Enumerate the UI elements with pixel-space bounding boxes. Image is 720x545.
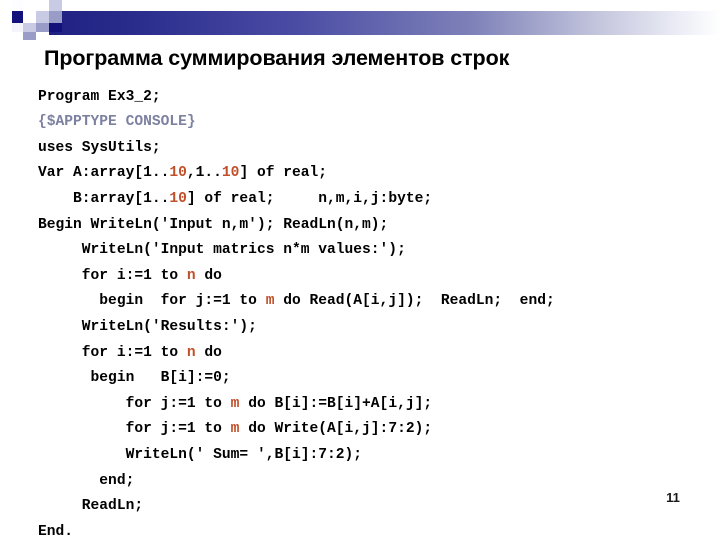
mosaic-tile [23,23,36,32]
code-line: WriteLn('Results:'); [38,318,257,335]
mosaic-tile [49,23,62,32]
mosaic-tile [49,11,62,23]
code-line: begin for j:=1 to m do Read(A[i,j]); Rea… [38,293,555,310]
mosaic-tile [12,11,23,23]
code-line: WriteLn('Input matrics n*m values:'); [38,242,406,259]
mosaic-tile [36,23,49,32]
code-line: ReadLn; [38,498,144,515]
code-line: B:array[1..10] of real; n,m,i,j:byte; [38,190,433,207]
header-decoration-band [36,11,720,35]
code-line: Begin WriteLn('Input n,m'); ReadLn(n,m); [38,216,389,233]
code-line: for j:=1 to m do Write(A[i,j]:7:2); [38,421,433,438]
code-line: {$APPTYPE CONSOLE} [38,114,196,131]
mosaic-tile [23,32,36,40]
mosaic-tile [49,0,62,11]
slide-canvas: Программа суммирования элементов строк P… [0,0,720,540]
mosaic-tile [12,23,23,32]
code-line: Program Ex3_2; [38,88,161,105]
code-line: End. [38,523,74,540]
code-line: Var A:array[1..10,1..10] of real; [38,165,328,182]
code-line: for j:=1 to m do B[i]:=B[i]+A[i,j]; [38,395,433,412]
code-line: end; [38,472,135,489]
page-title: Программа суммирования элементов строк [44,46,510,71]
code-line: for i:=1 to n do [38,267,222,284]
mosaic-tile [36,0,49,11]
mosaic-tile [36,11,49,23]
mosaic-tile [23,0,36,11]
code-line: uses SysUtils; [38,139,161,156]
code-line: begin B[i]:=0; [38,370,231,387]
page-number: 11 [666,490,680,505]
header-band-gradient [36,11,720,35]
code-line: WriteLn(' Sum= ',B[i]:7:2); [38,446,363,463]
code-listing: Program Ex3_2; {$APPTYPE CONSOLE} uses Sys… [38,85,714,545]
mosaic-tile [36,32,49,40]
mosaic-tile [23,11,36,23]
decorative-square-mosaic [12,0,64,40]
mosaic-tile [12,0,23,11]
code-line: for i:=1 to n do [38,344,222,361]
